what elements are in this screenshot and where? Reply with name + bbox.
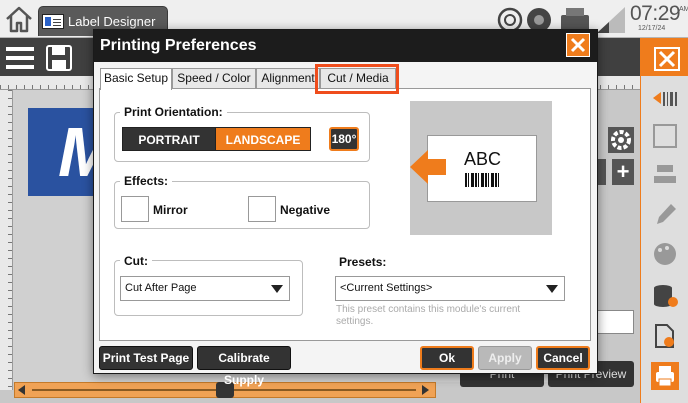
preview-label-text: ABC bbox=[464, 149, 502, 169]
print-icon[interactable] bbox=[651, 362, 679, 390]
presets-select[interactable]: <Current Settings> bbox=[335, 276, 565, 301]
vertical-ruler bbox=[0, 90, 13, 390]
portrait-button[interactable]: PORTRAIT bbox=[122, 127, 216, 151]
rotate-180-button[interactable]: 180° bbox=[329, 127, 359, 151]
apply-button[interactable]: Apply bbox=[478, 346, 532, 370]
close-icon[interactable] bbox=[566, 33, 590, 57]
calibrate-supply-button[interactable]: Calibrate Supply bbox=[197, 346, 291, 387]
presets-select-value: <Current Settings> bbox=[340, 282, 433, 294]
tab-alignment[interactable]: Alignment bbox=[256, 68, 320, 88]
mirror-label: Mirror bbox=[153, 203, 188, 217]
print-orientation-legend: Print Orientation: bbox=[120, 105, 227, 119]
presets-help-text: This preset contains this module's curre… bbox=[336, 304, 521, 327]
scroll-left-icon[interactable] bbox=[18, 385, 25, 395]
save-icon[interactable] bbox=[46, 45, 72, 71]
ok-button[interactable]: Ok bbox=[420, 346, 474, 370]
align-icon[interactable] bbox=[651, 160, 679, 188]
clock: 07:29 AM 12/17/24 bbox=[630, 2, 688, 35]
gear-icon[interactable] bbox=[608, 127, 634, 153]
cut-select-value: Cut After Page bbox=[125, 282, 197, 294]
print-test-page-button[interactable]: Print Test Page bbox=[99, 346, 193, 370]
chevron-down-icon bbox=[546, 285, 558, 293]
app-tab-label: Label Designer bbox=[68, 14, 156, 29]
feed-direction-arrow-icon bbox=[410, 150, 446, 184]
effects-legend: Effects: bbox=[120, 174, 173, 188]
pencil-icon[interactable] bbox=[651, 200, 679, 228]
clock-ampm: AM bbox=[679, 6, 688, 13]
scroll-right-icon[interactable] bbox=[422, 385, 429, 395]
select-frame-icon[interactable] bbox=[651, 122, 679, 150]
dialog-title: Printing Preferences bbox=[100, 37, 257, 54]
palette-icon[interactable] bbox=[651, 240, 679, 268]
label-designer-icon bbox=[42, 14, 64, 29]
dialog-header: Printing Preferences bbox=[94, 30, 597, 62]
preview-barcode bbox=[465, 173, 501, 187]
hamburger-menu-icon[interactable] bbox=[6, 47, 34, 69]
clock-date: 12/17/24 bbox=[638, 25, 666, 32]
tab-highlight bbox=[315, 64, 399, 94]
mirror-checkbox[interactable] bbox=[121, 196, 149, 222]
clock-time: 07:29 bbox=[630, 2, 681, 25]
presets-label: Presets: bbox=[339, 255, 387, 269]
tab-speed-color[interactable]: Speed / Color bbox=[172, 68, 256, 88]
cut-select[interactable]: Cut After Page bbox=[120, 276, 290, 301]
background-field[interactable] bbox=[592, 310, 634, 334]
cancel-button[interactable]: Cancel bbox=[536, 346, 590, 370]
cut-legend: Cut: bbox=[120, 254, 152, 268]
negative-checkbox[interactable] bbox=[248, 196, 276, 222]
document-settings-icon[interactable] bbox=[651, 322, 679, 350]
tab-basic-setup[interactable]: Basic Setup bbox=[100, 68, 172, 90]
zoom-in-button[interactable]: + bbox=[612, 159, 634, 185]
printing-preferences-dialog: Printing Preferences Basic Setup Speed /… bbox=[93, 29, 598, 387]
close-designer-icon[interactable] bbox=[654, 47, 680, 71]
landscape-button[interactable]: LANDSCAPE bbox=[215, 127, 311, 151]
database-icon[interactable] bbox=[651, 282, 679, 310]
negative-label: Negative bbox=[280, 203, 331, 217]
chevron-down-icon bbox=[271, 285, 283, 293]
canvas-text-object: M bbox=[58, 112, 98, 192]
home-icon[interactable] bbox=[4, 4, 34, 34]
insert-barcode-icon[interactable] bbox=[651, 84, 679, 112]
